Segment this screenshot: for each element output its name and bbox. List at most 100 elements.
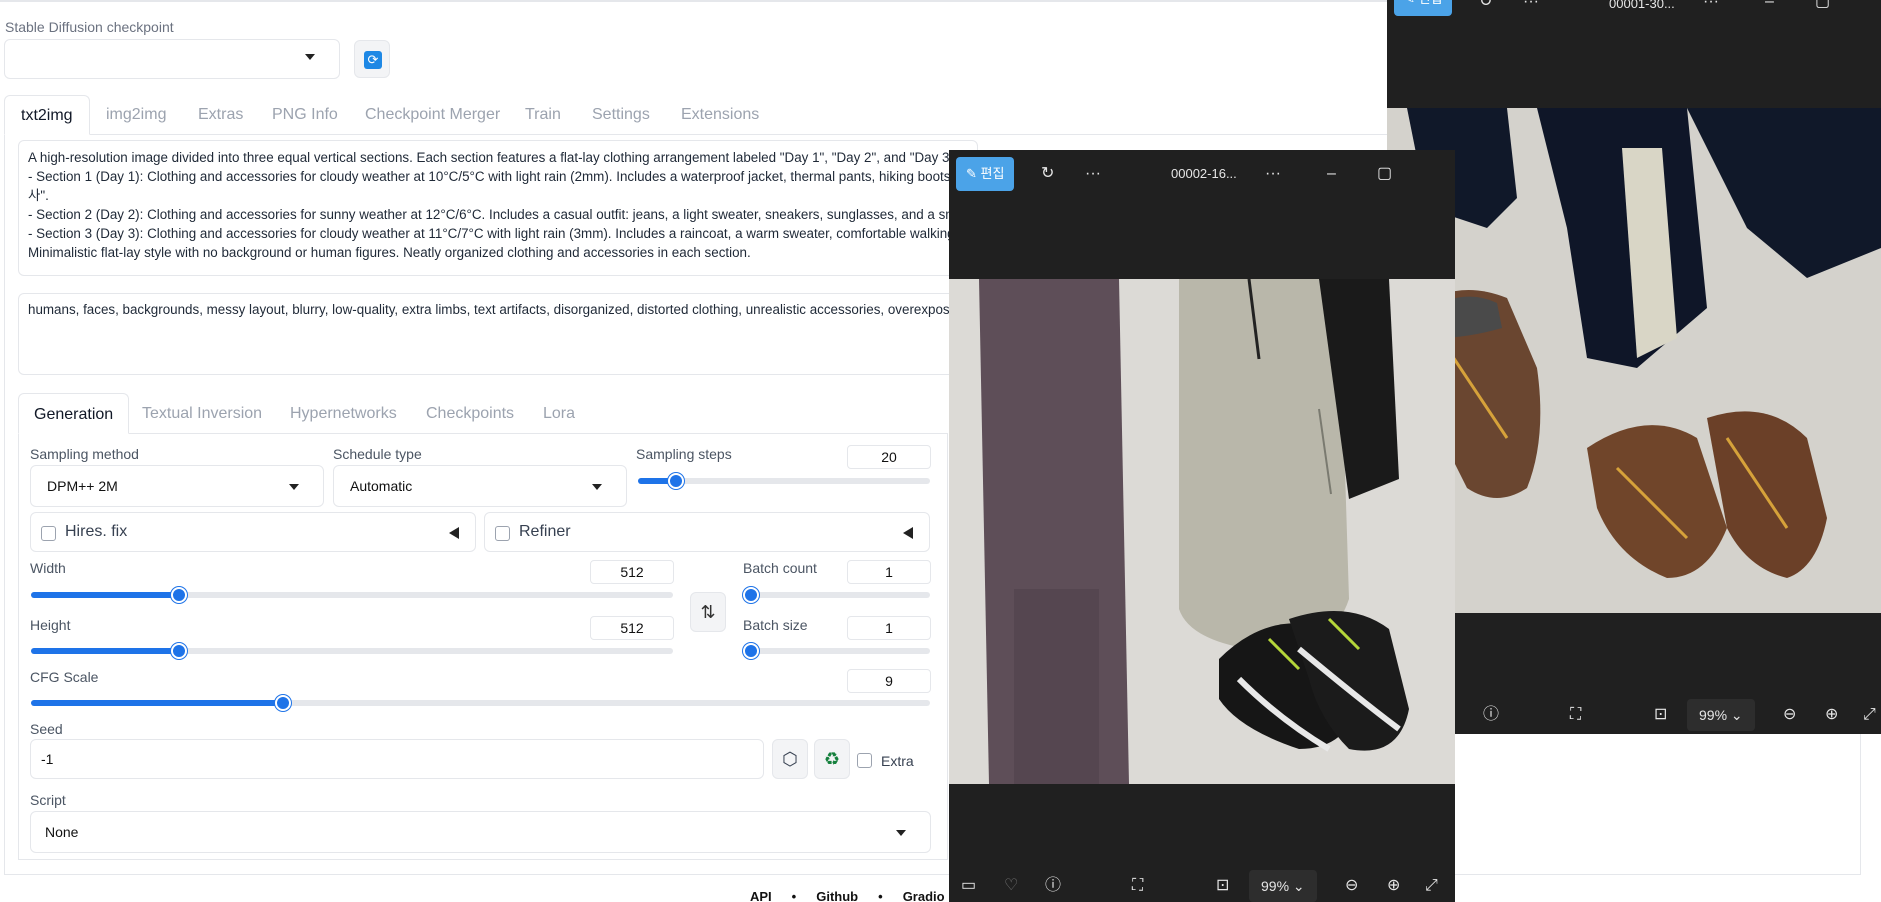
tab-settings[interactable]: Settings: [592, 95, 650, 135]
filmstrip-icon[interactable]: ▭: [961, 876, 976, 896]
script-label: Script: [30, 792, 66, 808]
tab-extras[interactable]: Extras: [198, 95, 243, 135]
fit-screen-icon[interactable]: ⊡: [1654, 705, 1667, 725]
heart-icon[interactable]: ♡: [1004, 876, 1018, 896]
width-slider[interactable]: [31, 587, 673, 603]
prompt-line: 사".: [28, 188, 49, 203]
tab-img2img[interactable]: img2img: [106, 95, 166, 135]
footer-github-link[interactable]: Github: [816, 889, 858, 902]
hires-fix-label: Hires. fix: [65, 523, 128, 540]
seed-input[interactable]: -1: [30, 739, 764, 779]
width-label: Width: [30, 560, 66, 576]
tab-checkpoint-merger[interactable]: Checkpoint Merger: [365, 95, 500, 135]
zoom-out-icon[interactable]: ⊖: [1783, 705, 1796, 725]
swap-dimensions-button[interactable]: ⇅: [690, 592, 726, 632]
tab-extensions[interactable]: Extensions: [681, 95, 759, 135]
batch-size-slider[interactable]: [743, 643, 930, 659]
prompt-textarea[interactable]: A high-resolution image divided into thr…: [18, 140, 978, 276]
hires-fix-checkbox[interactable]: [41, 526, 56, 541]
chevron-down-icon: ⌄: [1292, 878, 1305, 894]
file-name: 00001-30...: [1609, 0, 1675, 11]
footer-separator: •: [878, 889, 883, 902]
more-options-icon[interactable]: ···: [1523, 0, 1539, 12]
footer-gradio-link[interactable]: Gradio: [903, 889, 945, 902]
fullscreen-icon[interactable]: ⤢: [1425, 876, 1438, 896]
photo-image: [1387, 108, 1881, 613]
height-label: Height: [30, 617, 71, 633]
batch-count-input[interactable]: 1: [847, 560, 931, 584]
fit-screen-icon[interactable]: ⊡: [1216, 876, 1229, 896]
edit-button[interactable]: ✎ 편집: [956, 157, 1015, 191]
refiner-checkbox[interactable]: [495, 526, 510, 541]
zoom-out-icon[interactable]: ⊖: [1345, 876, 1358, 896]
minimize-icon[interactable]: –: [1765, 0, 1774, 12]
crop-icon[interactable]: ⛶: [1570, 705, 1581, 725]
prompt-line: Minimalistic flat-lay style with no back…: [28, 245, 751, 260]
tab-hypernetworks[interactable]: Hypernetworks: [290, 393, 397, 434]
fullscreen-icon[interactable]: ⤢: [1863, 705, 1876, 725]
script-dropdown[interactable]: None: [30, 811, 931, 853]
height-input[interactable]: 512: [590, 616, 674, 640]
zoom-in-icon[interactable]: ⊕: [1387, 876, 1400, 896]
refiner-accordion[interactable]: Refiner: [484, 512, 930, 552]
maximize-icon[interactable]: ▢: [1815, 0, 1830, 12]
info-icon[interactable]: ⓘ: [1483, 705, 1499, 725]
slider-thumb[interactable]: [170, 587, 187, 603]
edit-label: 편집: [1419, 0, 1443, 6]
sampling-steps-input[interactable]: 20: [847, 445, 931, 469]
tab-checkpoints[interactable]: Checkpoints: [426, 393, 514, 434]
footer-api-link[interactable]: API: [750, 889, 772, 902]
zoom-dropdown[interactable]: 99% ⌄: [1249, 870, 1317, 902]
edit-button[interactable]: ✎ 편집: [1394, 0, 1453, 16]
chevron-down-icon: ⌄: [1730, 707, 1743, 723]
zoom-dropdown[interactable]: 99% ⌄: [1687, 699, 1755, 731]
tab-generation[interactable]: Generation: [18, 393, 130, 434]
cfg-scale-input[interactable]: 9: [847, 669, 931, 693]
slider-thumb[interactable]: [743, 587, 759, 603]
random-seed-button[interactable]: ⬡: [772, 739, 808, 779]
tab-textual-inversion[interactable]: Textual Inversion: [142, 393, 262, 434]
rotate-icon[interactable]: ↻: [1041, 164, 1054, 184]
minimize-icon[interactable]: –: [1327, 164, 1336, 184]
slider-thumb[interactable]: [743, 643, 759, 659]
slider-thumb[interactable]: [667, 473, 684, 489]
tab-train[interactable]: Train: [525, 95, 561, 135]
crop-icon[interactable]: ⛶: [1132, 876, 1143, 896]
tab-txt2img[interactable]: txt2img: [4, 95, 90, 135]
refiner-label: Refiner: [519, 523, 571, 540]
more-options-icon[interactable]: ···: [1085, 164, 1101, 184]
cfg-scale-slider[interactable]: [31, 695, 930, 711]
pencil-icon: ✎: [966, 166, 981, 181]
batch-count-slider[interactable]: [743, 587, 930, 603]
recycle-icon: ♻: [823, 749, 841, 769]
generation-tab-bar: Generation Textual Inversion Hypernetwor…: [18, 393, 948, 434]
negative-prompt-textarea[interactable]: humans, faces, backgrounds, messy layout…: [18, 293, 978, 375]
refresh-checkpoint-button[interactable]: ⟳: [354, 40, 390, 78]
collapse-triangle-icon[interactable]: [449, 527, 459, 539]
seed-label: Seed: [30, 721, 63, 737]
tab-lora[interactable]: Lora: [543, 393, 575, 434]
sampling-steps-slider[interactable]: [638, 473, 930, 489]
slider-thumb[interactable]: [274, 695, 291, 711]
info-icon[interactable]: ⓘ: [1045, 876, 1061, 896]
zoom-in-icon[interactable]: ⊕: [1825, 705, 1838, 725]
zoom-value: 99%: [1261, 878, 1290, 894]
slider-thumb[interactable]: [170, 643, 187, 659]
rotate-icon[interactable]: ↻: [1479, 0, 1492, 12]
prompt-line: A high-resolution image divided into thr…: [28, 150, 970, 165]
height-slider[interactable]: [31, 643, 673, 659]
hires-fix-accordion[interactable]: Hires. fix: [30, 512, 476, 552]
more-options-icon[interactable]: ···: [1265, 164, 1281, 184]
checkpoint-dropdown[interactable]: [4, 39, 340, 79]
width-input[interactable]: 512: [590, 560, 674, 584]
sampling-method-dropdown[interactable]: DPM++ 2M: [30, 465, 324, 507]
reuse-seed-button[interactable]: ♻: [814, 739, 850, 779]
batch-size-input[interactable]: 1: [847, 616, 931, 640]
more-options-icon[interactable]: ···: [1703, 0, 1719, 12]
extra-seed-checkbox[interactable]: [857, 753, 872, 768]
schedule-type-dropdown[interactable]: Automatic: [333, 465, 627, 507]
collapse-triangle-icon[interactable]: [903, 527, 913, 539]
maximize-icon[interactable]: ▢: [1377, 164, 1392, 184]
tab-png-info[interactable]: PNG Info: [272, 95, 338, 135]
pencil-icon: ✎: [1404, 0, 1419, 6]
